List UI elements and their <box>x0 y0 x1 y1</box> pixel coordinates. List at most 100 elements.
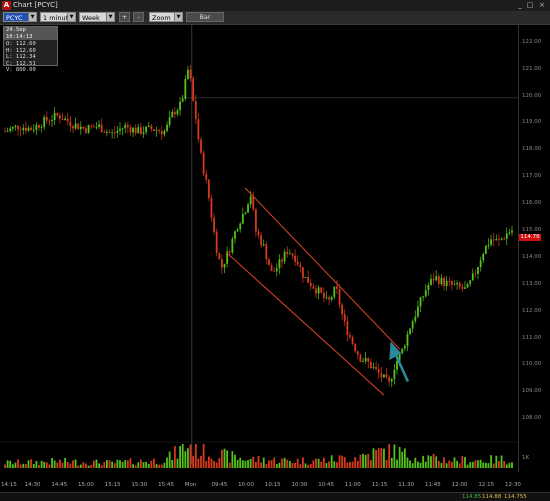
volume-bar <box>346 462 349 468</box>
candle-body <box>168 117 171 125</box>
price-chart[interactable] <box>0 24 518 472</box>
price-tick-label: 117.00 <box>522 173 542 180</box>
candle-body <box>92 126 95 128</box>
candle-body <box>158 130 161 132</box>
volume-bar <box>490 455 492 468</box>
volume-bar <box>281 458 283 468</box>
candle-body <box>312 286 315 289</box>
volume-bar <box>25 464 27 468</box>
candle-body <box>145 126 148 133</box>
volume-bar <box>231 451 234 468</box>
candle-body <box>458 282 461 287</box>
candle-body <box>234 231 236 239</box>
zoom-selector[interactable]: Zoom ▼ <box>149 12 183 22</box>
candle-body <box>346 321 349 335</box>
volume-bar <box>262 457 265 468</box>
candle-body <box>113 132 116 134</box>
chevron-down-icon[interactable]: ▼ <box>106 13 114 21</box>
candle-body <box>38 125 40 128</box>
candle-body <box>194 101 197 120</box>
time-tick-label: 15:30 <box>131 482 148 488</box>
volume-bar <box>187 448 189 468</box>
close-button[interactable]: × <box>538 1 546 9</box>
volume-bar <box>336 462 338 468</box>
chevron-down-icon[interactable]: ▼ <box>28 13 36 21</box>
candle-body <box>440 277 443 285</box>
candle-body <box>417 306 419 317</box>
volume-bar <box>445 463 448 468</box>
volume-bar <box>312 460 315 468</box>
volume-bar <box>56 462 59 468</box>
volume-bar <box>430 456 432 468</box>
volume-bar <box>218 458 221 468</box>
candle-body <box>132 127 134 133</box>
candle-body <box>471 273 474 281</box>
minimize-button[interactable]: _ <box>516 1 524 9</box>
volume-bar <box>236 459 239 468</box>
candle-body <box>181 98 184 102</box>
volume-bar <box>22 463 25 468</box>
chevron-down-icon[interactable]: ▼ <box>174 13 182 21</box>
volume-bar <box>417 461 419 468</box>
maximize-button[interactable]: □ <box>526 1 534 9</box>
candle-body <box>299 264 302 268</box>
candle-body <box>200 139 202 153</box>
volume-bar <box>197 458 200 468</box>
candle-body <box>103 132 106 133</box>
ohlc-info-box: 24.Sep 10:14:13 O: 112.60 H: 112.60 L: 1… <box>3 26 58 73</box>
candle-body <box>121 128 124 129</box>
price-tick-label: 112.00 <box>522 307 542 314</box>
volume-bar <box>30 459 33 468</box>
volume-bar <box>268 460 270 468</box>
candle-body <box>364 358 367 362</box>
candle-body <box>207 179 210 199</box>
volume-bar <box>317 458 320 468</box>
candle-body <box>403 346 406 349</box>
candle-body <box>129 127 132 133</box>
candle-body <box>315 288 317 294</box>
candle-body <box>388 377 391 382</box>
bar-style-button[interactable]: Bar <box>186 12 224 22</box>
volume-bar <box>244 460 247 468</box>
volume-bar <box>158 464 161 468</box>
zoom-in-button[interactable]: + <box>119 12 130 22</box>
volume-bar <box>100 465 103 468</box>
chevron-down-icon[interactable]: ▼ <box>67 13 75 21</box>
zoom-out-button[interactable]: - <box>133 12 144 22</box>
range-selector[interactable]: Week ▼ <box>79 12 115 22</box>
volume-bar <box>296 458 299 468</box>
volume-bar <box>403 448 406 468</box>
candle-body <box>66 118 69 122</box>
candle-body <box>422 296 425 298</box>
volume-bar <box>315 458 317 468</box>
volume-bar <box>498 461 500 468</box>
volume-bar <box>142 462 145 468</box>
candle-body <box>390 379 393 382</box>
volume-bar <box>328 461 330 468</box>
candle-body <box>72 126 74 129</box>
price-tick-label: 122.00 <box>522 38 542 45</box>
interval-selector[interactable]: 1 minute ▼ <box>40 12 76 22</box>
symbol-selector[interactable]: PCYC ▼ <box>3 12 37 22</box>
candle-body <box>474 273 477 275</box>
candle-body <box>139 127 142 134</box>
channel-upper-line <box>244 187 401 350</box>
candle-body <box>375 367 378 370</box>
candle-body <box>354 343 357 352</box>
candle-body <box>508 232 511 234</box>
volume-bar <box>189 444 192 468</box>
volume-bar <box>388 444 391 468</box>
volume-bar <box>435 456 438 468</box>
candle-body <box>51 120 53 122</box>
candle-body <box>79 126 82 130</box>
candle-body <box>333 286 336 298</box>
candle-body <box>179 101 181 111</box>
volume-bar <box>270 460 273 468</box>
volume-bar <box>302 457 304 468</box>
candle-body <box>260 235 263 246</box>
candle-body <box>291 253 294 256</box>
volume-bar <box>72 460 74 468</box>
volume-bar <box>414 457 417 468</box>
volume-bar <box>134 465 137 468</box>
candle-body <box>479 260 482 268</box>
